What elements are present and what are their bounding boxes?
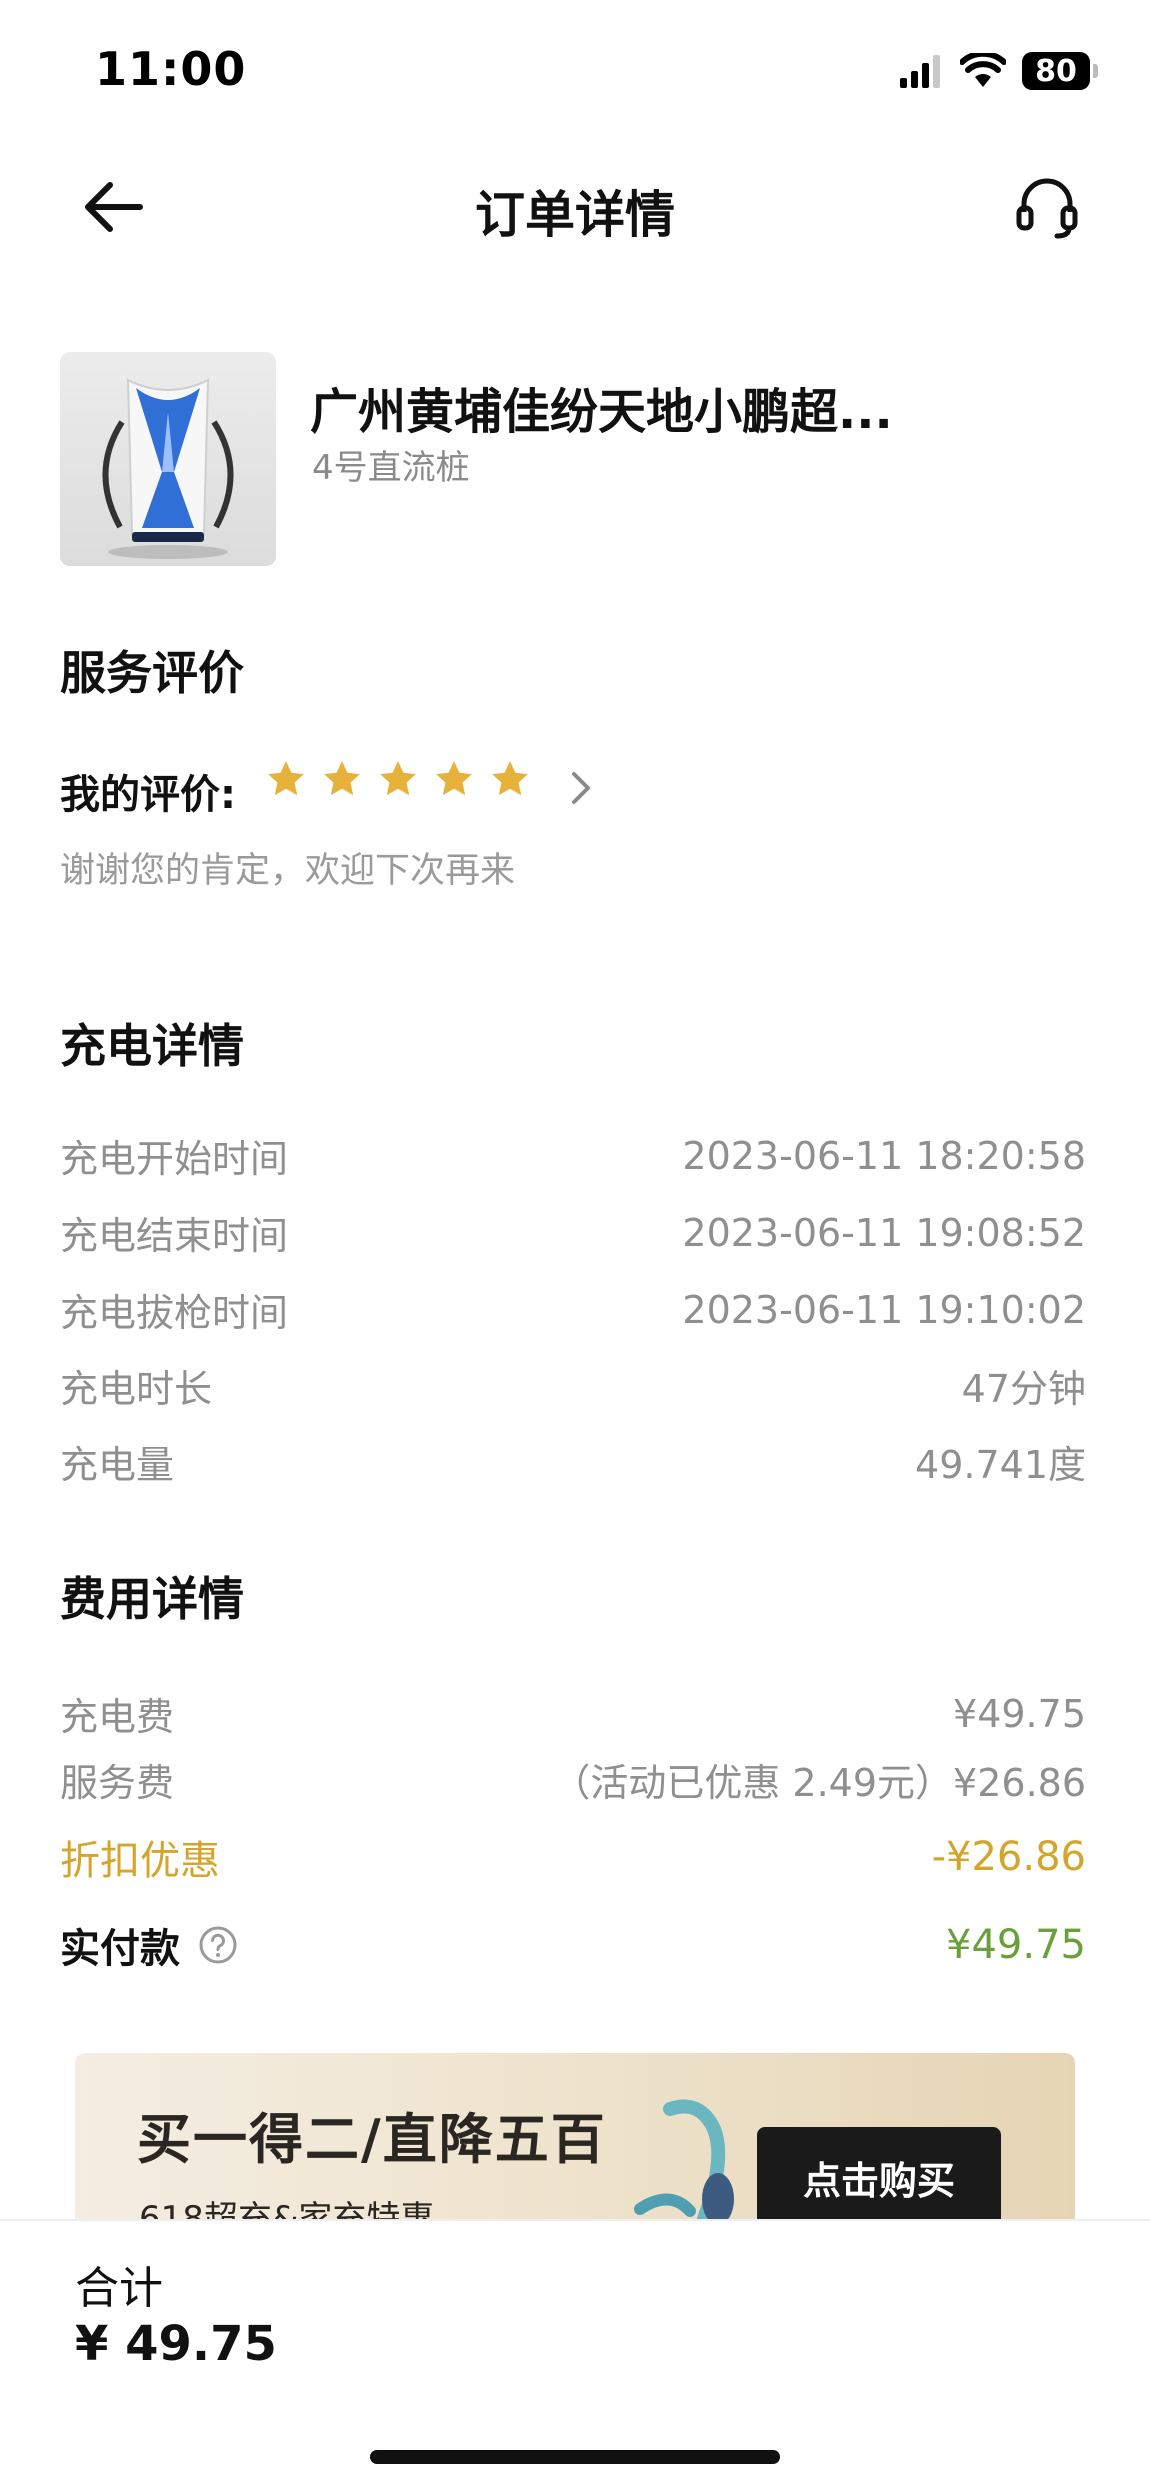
buy-now-button[interactable]: 点击购买 [757, 2127, 1001, 2223]
star-icon [324, 761, 360, 796]
row-value: （活动已优惠 2.49元）¥26.86 [552, 1761, 1086, 1805]
row-value: 2023-06-11 18:20:58 [682, 1133, 1086, 1178]
promo-banner[interactable]: 买一得二/直降五百 618超充&家充特惠 点击购买 [75, 2053, 1075, 2223]
row-label: 服务费 [60, 1761, 175, 1805]
service-review-title: 服务评价 [60, 646, 244, 700]
fee-row-discount: 折扣优惠 -¥26.86 [60, 1828, 1086, 1886]
row-label: 充电开始时间 [60, 1137, 289, 1181]
detail-row-duration: 充电时长 47分钟 [60, 1358, 1086, 1413]
row-label: 充电量 [60, 1443, 175, 1487]
star-icon [436, 761, 472, 796]
row-label: 充电时长 [60, 1367, 213, 1411]
fee-row-service: 服务费 （活动已优惠 2.49元）¥26.86 [60, 1752, 1086, 1807]
station-name[interactable]: 广州黄埔佳纷天地小鹏超... [310, 372, 930, 442]
rating-stars[interactable] [265, 758, 531, 800]
charger-number: 4号直流桩 [312, 448, 470, 488]
fee-row-paid: 实付款 ¥49.75 [60, 1916, 1086, 1974]
detail-row-unplug-time: 充电拔枪时间 2023-06-11 19:10:02 [60, 1282, 1086, 1337]
row-label: 实付款 [60, 1916, 238, 1974]
fee-row-charge: 充电费 ¥49.75 [60, 1686, 1086, 1741]
row-value: ¥49.75 [946, 1922, 1086, 1968]
detail-row-end-time: 充电结束时间 2023-06-11 19:08:52 [60, 1205, 1086, 1260]
detail-row-start-time: 充电开始时间 2023-06-11 18:20:58 [60, 1128, 1086, 1183]
row-value: 47分钟 [961, 1367, 1086, 1411]
row-label: 充电拔枪时间 [60, 1291, 289, 1335]
star-icon [268, 761, 304, 796]
total-label: 合计 [75, 2263, 163, 2314]
charger-illustration [634, 2099, 734, 2223]
charger-image [60, 352, 276, 566]
row-label: 充电结束时间 [60, 1214, 289, 1258]
chevron-right-icon[interactable] [566, 768, 596, 808]
row-label: 充电费 [60, 1695, 175, 1739]
rating-note: 谢谢您的肯定，欢迎下次再来 [60, 851, 516, 891]
promo-title: 买一得二/直降五百 [137, 2108, 607, 2171]
row-value: 49.741度 [915, 1443, 1086, 1487]
charging-details-title: 充电详情 [60, 1019, 244, 1073]
status-icons: 80 [900, 48, 1098, 94]
headset-icon[interactable] [1012, 172, 1082, 242]
star-icon [380, 761, 416, 796]
page-title: 订单详情 [475, 186, 675, 244]
row-label: 折扣优惠 [60, 1838, 220, 1884]
row-value: ¥49.75 [953, 1691, 1086, 1736]
detail-row-energy: 充电量 49.741度 [60, 1434, 1086, 1489]
my-rating-label: 我的评价: [60, 772, 236, 818]
row-value: -¥26.86 [931, 1834, 1086, 1880]
help-icon[interactable] [198, 1925, 238, 1965]
row-value: 2023-06-11 19:08:52 [682, 1210, 1086, 1255]
signal-icon [900, 55, 940, 88]
status-time: 11:00 [95, 42, 247, 96]
paid-label: 实付款 [60, 1926, 180, 1972]
wifi-icon [960, 53, 1006, 87]
battery-icon: 80 [1022, 52, 1098, 90]
row-value: 2023-06-11 19:10:02 [682, 1287, 1086, 1332]
home-indicator[interactable] [370, 2450, 780, 2464]
total-value: ¥ 49.75 [75, 2316, 277, 2372]
fee-details-title: 费用详情 [60, 1572, 244, 1626]
star-icon [492, 761, 528, 796]
